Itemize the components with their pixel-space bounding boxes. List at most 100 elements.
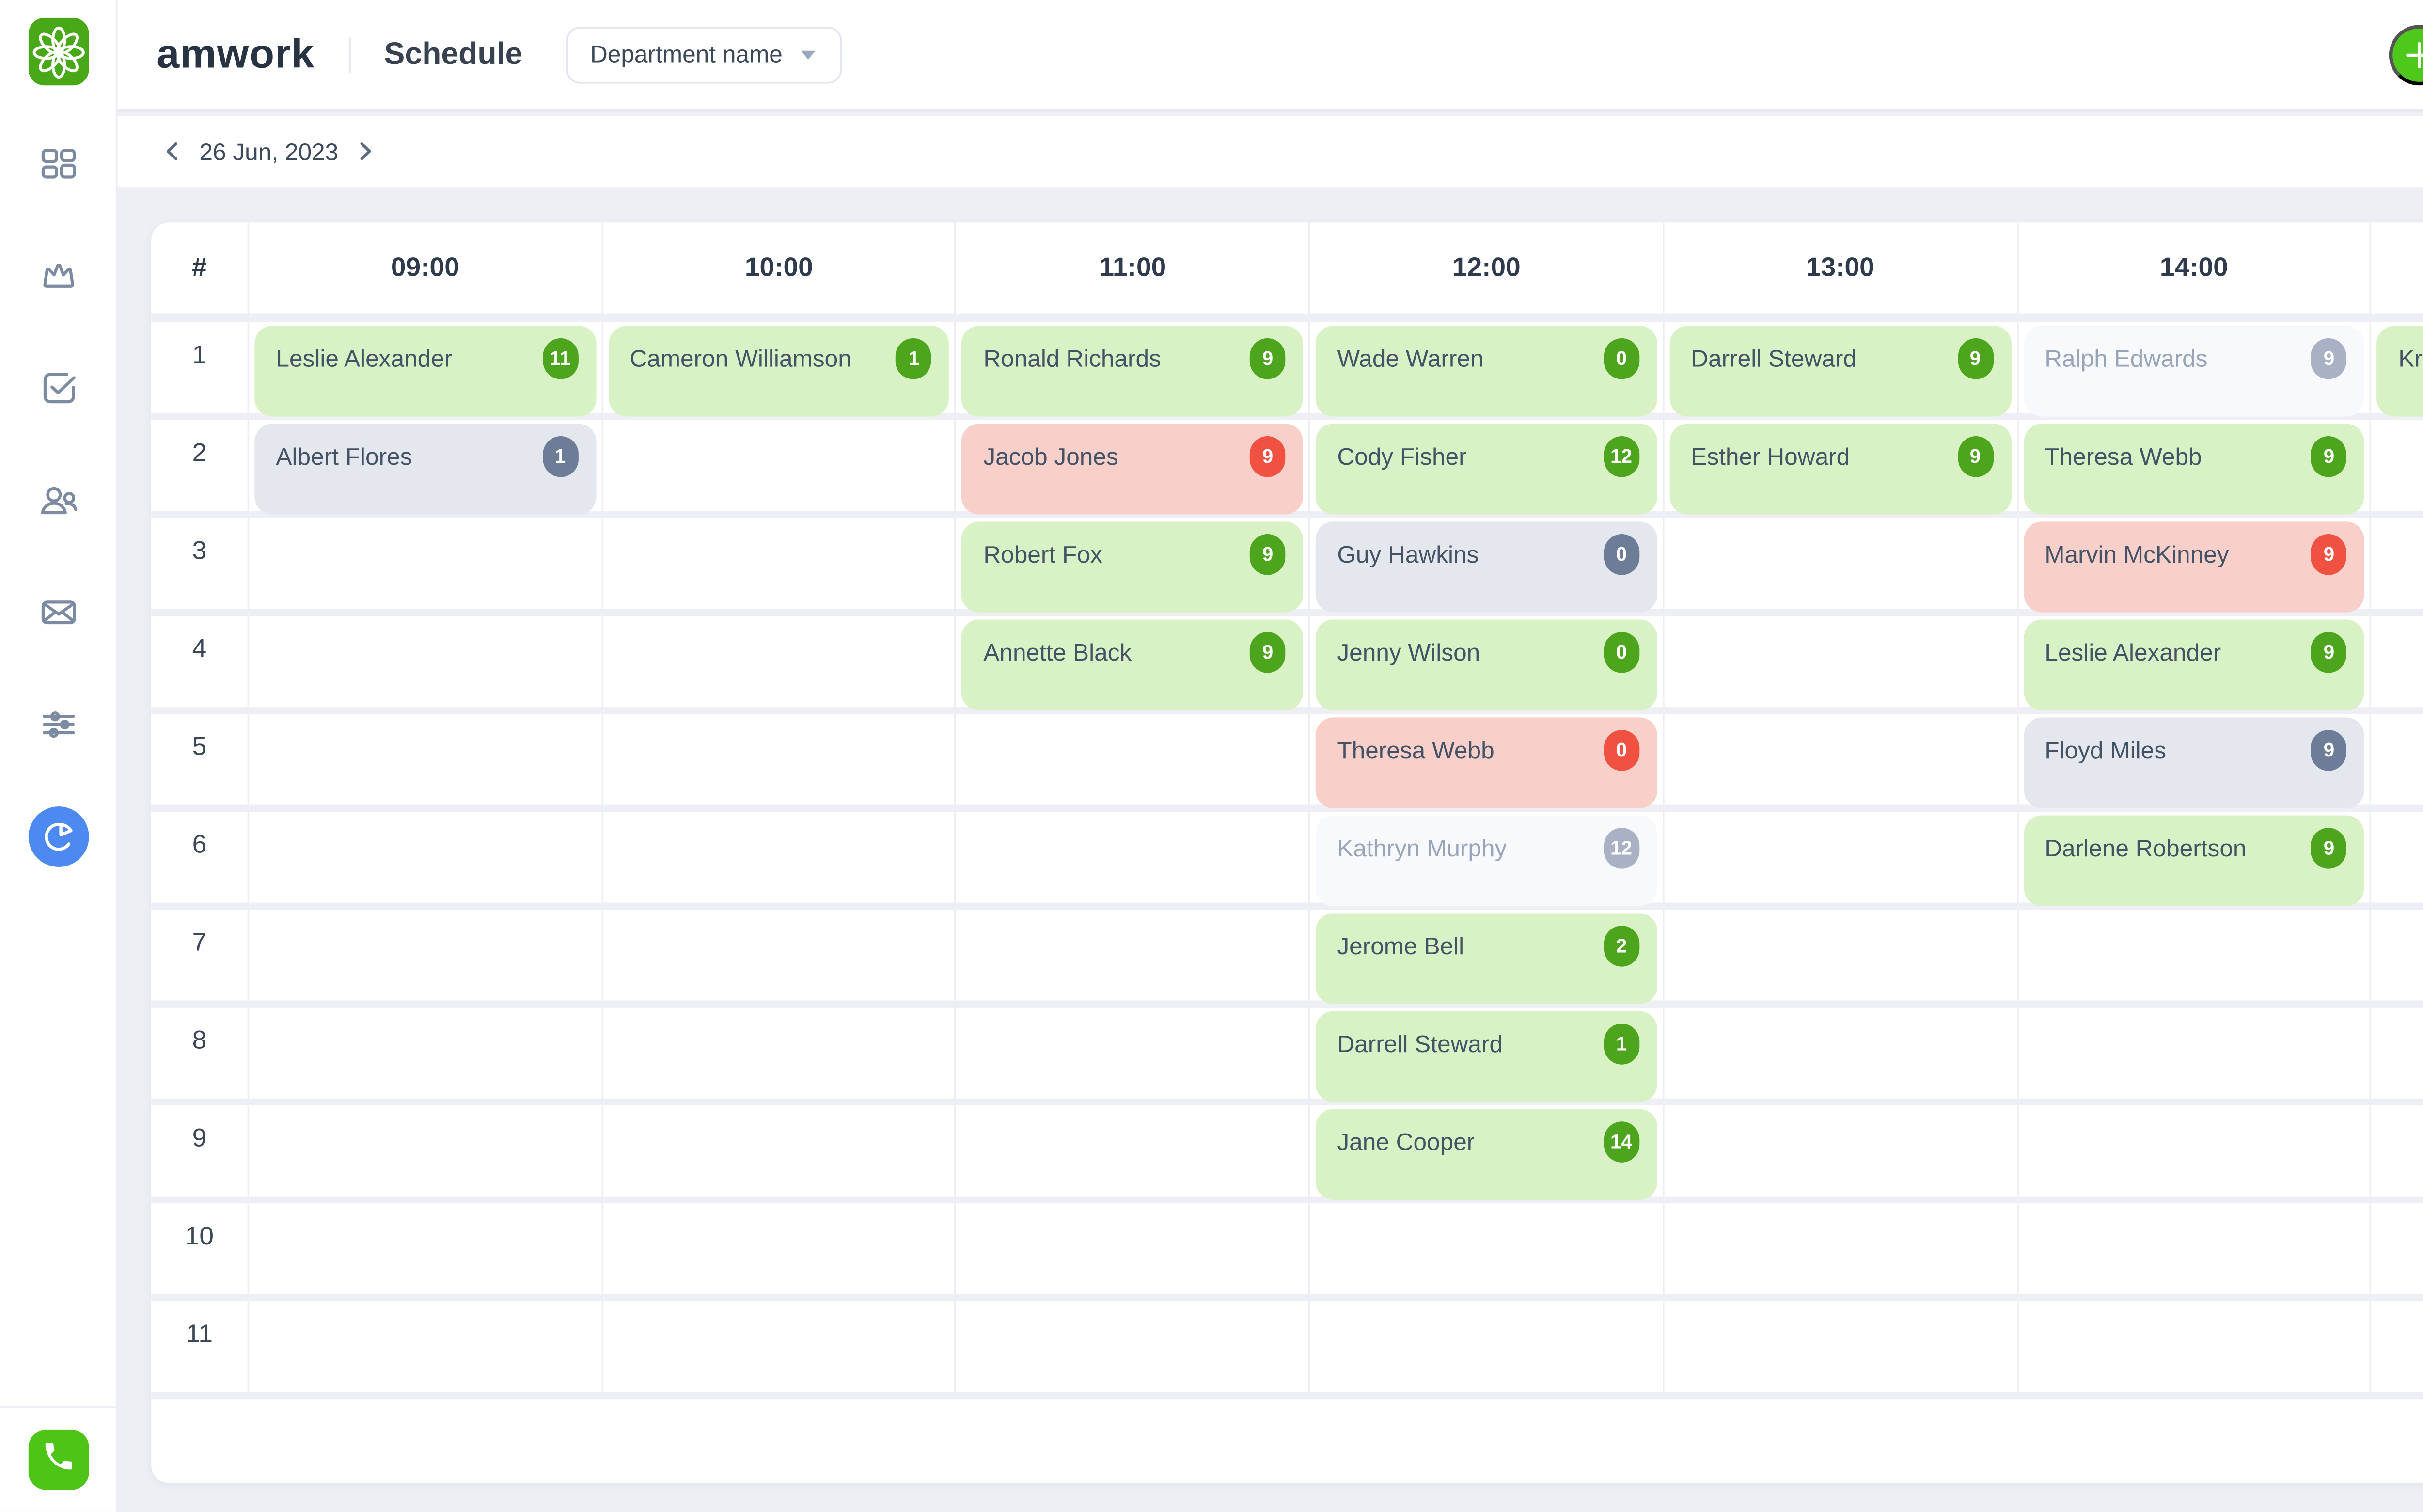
schedule-cell[interactable] (957, 714, 1310, 812)
sidebar-item-tasks[interactable] (28, 358, 88, 418)
schedule-cell[interactable] (2372, 518, 2423, 616)
schedule-cell[interactable] (957, 1008, 1310, 1105)
schedule-chip[interactable]: Darrell Steward1 (1316, 1011, 1657, 1102)
schedule-cell[interactable] (249, 1301, 603, 1399)
schedule-chip[interactable]: Theresa Webb9 (2023, 424, 2364, 514)
schedule-cell[interactable] (2372, 812, 2423, 910)
schedule-cell[interactable]: Leslie Alexander11 (249, 322, 603, 420)
schedule-chip[interactable]: Esther Howard9 (1669, 424, 2011, 514)
schedule-cell[interactable] (2018, 910, 2372, 1008)
schedule-cell[interactable]: Theresa Webb0 (1310, 714, 1664, 812)
schedule-cell[interactable]: Darrell Steward9 (1664, 322, 2018, 420)
schedule-chip[interactable]: Darrell Steward9 (1669, 326, 2011, 416)
schedule-cell[interactable] (249, 714, 603, 812)
schedule-cell[interactable]: Theresa Webb9 (2018, 420, 2372, 518)
schedule-cell[interactable]: Darrell Steward1 (1310, 1008, 1664, 1105)
department-selector[interactable]: Department name (566, 26, 842, 83)
schedule-cell[interactable]: Floyd Miles9 (2018, 714, 2372, 812)
schedule-cell[interactable] (603, 616, 957, 714)
app-logo[interactable] (0, 0, 116, 110)
schedule-cell[interactable]: Jane Cooper14 (1310, 1105, 1664, 1203)
schedule-chip[interactable]: Darlene Robertson9 (2023, 815, 2364, 906)
schedule-cell[interactable] (2372, 616, 2423, 714)
schedule-chip[interactable]: Annette Black9 (962, 619, 1303, 710)
schedule-cell[interactable] (1664, 518, 2018, 616)
schedule-chip[interactable]: Theresa Webb0 (1316, 717, 1657, 808)
schedule-cell[interactable]: Albert Flores1 (249, 420, 603, 518)
schedule-chip[interactable]: Ronald Richards9 (962, 326, 1303, 416)
schedule-cell[interactable] (249, 812, 603, 910)
schedule-cell[interactable] (2372, 1008, 2423, 1105)
schedule-cell[interactable] (2018, 1301, 2372, 1399)
schedule-cell[interactable]: Annette Black9 (957, 616, 1310, 714)
schedule-chip[interactable]: Cameron Williamson1 (608, 326, 949, 416)
schedule-cell[interactable] (957, 1301, 1310, 1399)
schedule-chip[interactable]: Jane Cooper14 (1316, 1109, 1657, 1200)
schedule-cell[interactable] (1664, 910, 2018, 1008)
schedule-cell[interactable] (1664, 1203, 2018, 1301)
schedule-cell[interactable]: Marvin McKinney9 (2018, 518, 2372, 616)
schedule-cell[interactable] (603, 1008, 957, 1105)
schedule-cell[interactable]: Ronald Richards9 (957, 322, 1310, 420)
schedule-chip[interactable]: Wade Warren0 (1316, 326, 1657, 416)
schedule-cell[interactable] (957, 1203, 1310, 1301)
schedule-chip[interactable]: Robert Fox9 (962, 521, 1303, 612)
schedule-cell[interactable]: Robert Fox9 (957, 518, 1310, 616)
schedule-cell[interactable]: Kristin Watson7 (2372, 322, 2423, 420)
schedule-cell[interactable] (2372, 714, 2423, 812)
schedule-cell[interactable] (603, 910, 957, 1008)
schedule-cell[interactable]: Wade Warren0 (1310, 322, 1664, 420)
add-button[interactable] (2389, 24, 2423, 85)
schedule-cell[interactable] (1664, 1105, 2018, 1203)
sidebar-item-settings[interactable] (28, 694, 88, 755)
call-button[interactable] (28, 1430, 88, 1490)
schedule-chip[interactable]: Marvin McKinney9 (2023, 521, 2364, 612)
schedule-cell[interactable] (249, 616, 603, 714)
schedule-cell[interactable]: Guy Hawkins0 (1310, 518, 1664, 616)
schedule-cell[interactable] (1664, 1008, 2018, 1105)
schedule-chip[interactable]: Jenny Wilson0 (1316, 619, 1657, 710)
schedule-cell[interactable] (957, 910, 1310, 1008)
next-day-button[interactable] (346, 132, 385, 171)
schedule-cell[interactable]: Jerome Bell2 (1310, 910, 1664, 1008)
schedule-chip[interactable]: Guy Hawkins0 (1316, 521, 1657, 612)
schedule-cell[interactable] (603, 1203, 957, 1301)
schedule-cell[interactable] (2018, 1008, 2372, 1105)
schedule-cell[interactable]: Darlene Robertson9 (2018, 812, 2372, 910)
prev-day-button[interactable] (153, 132, 192, 171)
sidebar-item-mail[interactable] (28, 582, 88, 643)
schedule-chip[interactable]: Albert Flores1 (254, 424, 596, 514)
schedule-cell[interactable]: Leslie Alexander9 (2018, 616, 2372, 714)
schedule-chip[interactable]: Ralph Edwards9 (2023, 326, 2364, 416)
schedule-cell[interactable] (249, 1203, 603, 1301)
schedule-cell[interactable]: Cody Fisher12 (1310, 420, 1664, 518)
schedule-cell[interactable] (2018, 1203, 2372, 1301)
schedule-cell[interactable] (1310, 1203, 1664, 1301)
schedule-cell[interactable] (2372, 1203, 2423, 1301)
schedule-chip[interactable]: Kristin Watson7 (2377, 326, 2423, 416)
sidebar-item-premium[interactable] (28, 246, 88, 306)
schedule-cell[interactable] (2372, 910, 2423, 1008)
schedule-chip[interactable]: Jerome Bell2 (1316, 914, 1657, 1004)
schedule-cell[interactable]: Ralph Edwards9 (2018, 322, 2372, 420)
schedule-cell[interactable]: Cameron Williamson1 (603, 322, 957, 420)
schedule-cell[interactable] (2372, 1105, 2423, 1203)
schedule-cell[interactable] (603, 420, 957, 518)
schedule-cell[interactable] (603, 518, 957, 616)
schedule-cell[interactable] (603, 1301, 957, 1399)
schedule-chip[interactable]: Floyd Miles9 (2023, 717, 2364, 808)
schedule-cell[interactable] (603, 1105, 957, 1203)
schedule-chip[interactable]: Jacob Jones9 (962, 424, 1303, 514)
schedule-cell[interactable]: Esther Howard9 (1664, 420, 2018, 518)
schedule-cell[interactable] (957, 812, 1310, 910)
schedule-cell[interactable] (1664, 1301, 2018, 1399)
schedule-chip[interactable]: Cody Fisher12 (1316, 424, 1657, 514)
schedule-cell[interactable] (603, 714, 957, 812)
schedule-cell[interactable] (249, 518, 603, 616)
schedule-chip[interactable]: Leslie Alexander9 (2023, 619, 2364, 710)
schedule-cell[interactable] (1664, 616, 2018, 714)
schedule-cell[interactable] (249, 1008, 603, 1105)
schedule-cell[interactable]: Jacob Jones9 (957, 420, 1310, 518)
schedule-cell[interactable] (1664, 812, 2018, 910)
schedule-cell[interactable] (2018, 1105, 2372, 1203)
